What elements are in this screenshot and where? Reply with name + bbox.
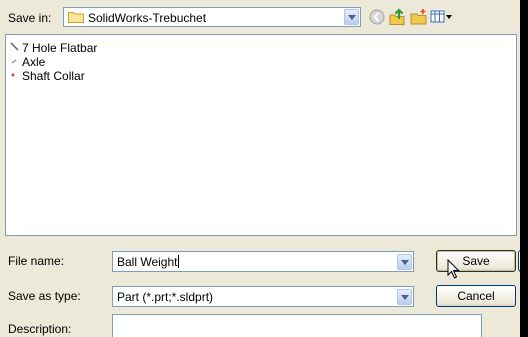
back-icon[interactable] (368, 8, 386, 26)
save-as-type-label: Save as type: (8, 289, 81, 303)
text-cursor (178, 255, 180, 268)
file-name: 7 Hole Flatbar (22, 41, 98, 55)
chevron-down-icon[interactable] (344, 9, 359, 25)
chevron-down-icon[interactable] (397, 254, 412, 270)
new-folder-icon[interactable] (410, 8, 428, 26)
save-as-dialog: Save in: SolidWorks-Trebuchet 7 Hole Fla… (0, 0, 520, 337)
file-name-label: File name: (8, 254, 65, 268)
chevron-down-icon[interactable] (397, 289, 412, 305)
cancel-button[interactable]: Cancel (436, 285, 516, 307)
part-file-icon (10, 42, 19, 51)
file-name-value: Ball Weight (117, 255, 178, 269)
file-name-input[interactable]: Ball Weight (112, 251, 414, 272)
folder-icon (68, 12, 84, 23)
window-edge (520, 0, 528, 337)
mouse-pointer-icon (447, 259, 460, 279)
part-file-icon (11, 73, 15, 77)
description-label: Description: (8, 322, 72, 336)
save-in-value: SolidWorks-Trebuchet (88, 11, 207, 25)
file-list[interactable]: 7 Hole Flatbar Axle Shaft Collar (5, 34, 517, 236)
file-name: Shaft Collar (22, 69, 85, 83)
description-input[interactable] (112, 314, 482, 337)
save-as-type-value: Part (*.prt;*.sldprt) (117, 290, 214, 304)
save-as-type-dropdown[interactable]: Part (*.prt;*.sldprt) (112, 286, 414, 307)
up-folder-icon[interactable] (388, 8, 406, 26)
part-file-icon (11, 59, 17, 64)
save-in-label: Save in: (8, 11, 52, 25)
view-menu-icon[interactable] (430, 8, 454, 26)
save-in-dropdown[interactable]: SolidWorks-Trebuchet (63, 7, 361, 27)
file-name: Axle (22, 55, 46, 69)
